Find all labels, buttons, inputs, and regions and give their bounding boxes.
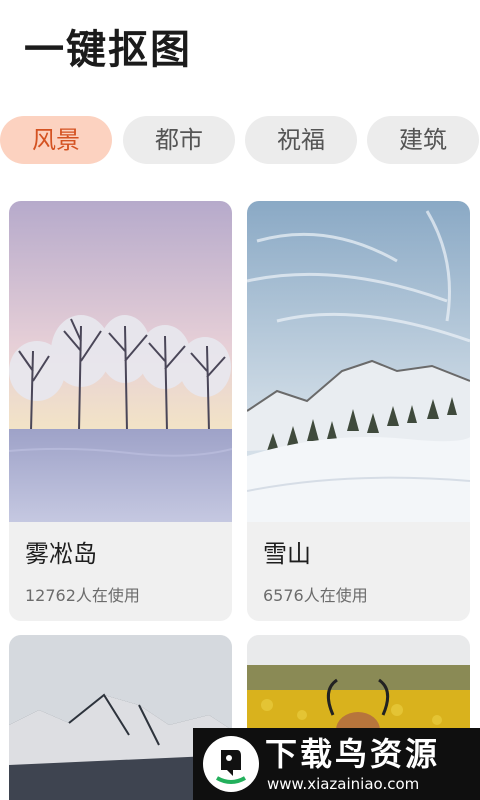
card-title: 雪山: [263, 540, 311, 568]
tab-blessing[interactable]: 祝福: [245, 116, 357, 164]
template-thumbnail[interactable]: [247, 201, 470, 522]
template-card-rime-island[interactable]: 雾凇岛 12762人在使用: [9, 201, 232, 621]
rime-trees-image: [9, 201, 232, 522]
watermark-url: www.xiazainiao.com: [267, 775, 420, 793]
tab-architecture[interactable]: 建筑: [367, 116, 479, 164]
template-thumbnail[interactable]: [9, 201, 232, 522]
bird-logo-icon: [203, 736, 259, 792]
template-card-snow-mountain[interactable]: 雪山 6576人在使用: [247, 201, 470, 621]
usage-count: 6576人在使用: [263, 586, 368, 605]
card-title: 雾凇岛: [25, 540, 97, 568]
snow-mountain-image: [247, 201, 470, 522]
usage-count: 12762人在使用: [25, 586, 140, 605]
page: 一键抠图 风景 都市 祝福 建筑 雾凇岛 12762人在使用 雪山 6576人在…: [0, 0, 480, 800]
tab-city[interactable]: 都市: [123, 116, 235, 164]
tab-scenery[interactable]: 风景: [0, 116, 112, 164]
category-tabs: 风景 都市 祝福 建筑: [0, 116, 480, 164]
page-title: 一键抠图: [24, 27, 192, 73]
watermark-title: 下载鸟资源: [265, 735, 441, 773]
watermark-banner: 下载鸟资源 www.xiazainiao.com: [193, 728, 480, 800]
